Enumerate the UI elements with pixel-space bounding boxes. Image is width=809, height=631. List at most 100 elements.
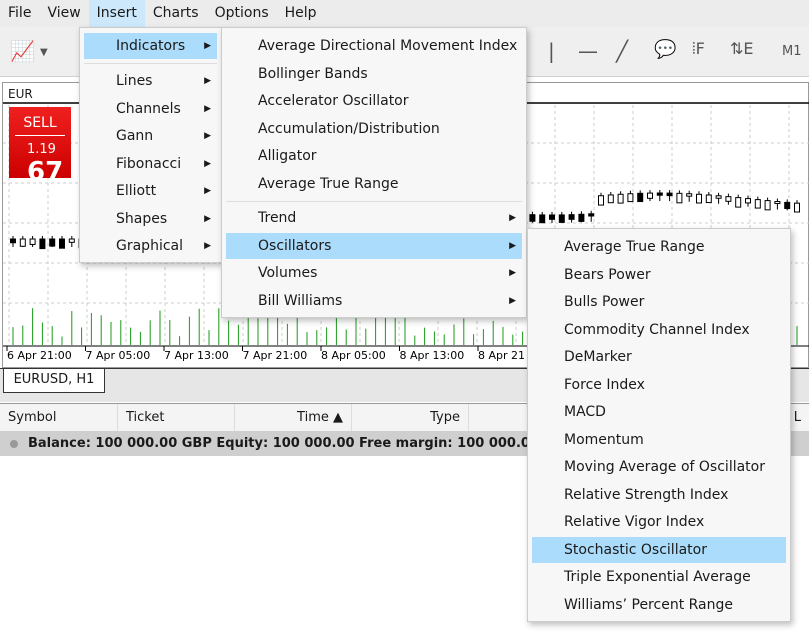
menu-item-gann[interactable]: Gann ▶ (84, 123, 217, 149)
trendline-icon[interactable]: ╱ (616, 39, 628, 63)
menu-item-channels[interactable]: Channels ▶ (84, 96, 217, 122)
sell-price-big: 67 (27, 157, 64, 187)
fibonacci-icon[interactable]: ⦙F (692, 39, 705, 59)
vertical-line-icon[interactable]: | (548, 39, 555, 63)
submenu-arrow-icon: ▶ (204, 103, 211, 114)
candle-body (696, 193, 702, 204)
menu-charts[interactable]: Charts (145, 0, 207, 27)
candle-body (637, 192, 644, 203)
menu-item-volumes[interactable]: Volumes ▶ (226, 260, 522, 286)
menu-item-label: Average True Range (258, 175, 399, 192)
menu-item-graphical[interactable]: Graphical ▶ (84, 233, 217, 259)
menu-item-indicators[interactable]: Indicators ▶ (84, 33, 217, 59)
sell-button[interactable]: SELL 1.19 67 (9, 107, 71, 187)
menu-item-label: Accelerator Oscillator (258, 93, 409, 109)
menu-item-relative-vigor-index[interactable]: Relative Vigor Index (532, 509, 786, 535)
menu-item-label: Force Index (564, 376, 645, 393)
menu-item-label: Fibonacci (116, 155, 182, 172)
time-label: 8 Apr 05:00 (321, 349, 386, 362)
timeframe-m1[interactable]: M1 (782, 44, 802, 59)
candle-body (686, 193, 693, 197)
menu-item-shapes[interactable]: Shapes ▶ (84, 206, 217, 232)
menu-item-alligator[interactable]: Alligator (226, 143, 522, 169)
candle-body (666, 192, 673, 197)
menu-item-bill-williams[interactable]: Bill Williams ▶ (226, 288, 522, 314)
submenu-arrow-icon: ▶ (509, 295, 516, 306)
col-ticket[interactable]: Ticket (118, 404, 235, 432)
menu-item-bulls-power[interactable]: Bulls Power (532, 289, 786, 315)
candle-body (568, 214, 575, 220)
submenu-arrow-icon: ▶ (204, 158, 211, 169)
menu-insert[interactable]: Insert (88, 0, 145, 27)
candle-body (19, 238, 26, 247)
menu-options[interactable]: Options (207, 0, 277, 27)
menu-item-bears-power[interactable]: Bears Power (532, 262, 786, 288)
candle-body (49, 238, 56, 247)
menu-item-label: Williams’ Percent Range (564, 596, 734, 613)
menu-item-label: Alligator (258, 148, 317, 164)
submenu-arrow-icon: ▶ (204, 213, 211, 224)
menu-item-elliott[interactable]: Elliott ▶ (84, 178, 217, 204)
time-label: 6 Apr 21:00 (7, 349, 72, 362)
menu-item-moving-average-of-oscillator[interactable]: Moving Average of Oscillator (532, 454, 786, 480)
elliott-icon[interactable]: ⇅E (730, 39, 754, 58)
menu-item-williams-percent-range[interactable]: Williams’ Percent Range (532, 592, 786, 618)
menu-item-label: Average True Range (564, 239, 705, 255)
menu-separator (226, 201, 522, 202)
menu-help[interactable]: Help (277, 0, 325, 27)
menu-item-oscillators[interactable]: Oscillators ▶ (226, 232, 522, 259)
text-label-icon[interactable]: 💬 (654, 39, 676, 60)
menu-file[interactable]: File (0, 0, 39, 27)
candle-body (725, 196, 732, 202)
menu-item-average-true-range[interactable]: Average True Range (226, 171, 522, 197)
time-label: 8 Apr 21 (478, 349, 525, 362)
candle-body (578, 213, 585, 222)
candle-body (774, 201, 781, 205)
menu-item-demarker[interactable]: DeMarker (532, 344, 786, 370)
menu-item-accelerator-oscillator[interactable]: Accelerator Oscillator (226, 88, 522, 114)
status-dot-icon (10, 440, 18, 448)
menu-item-macd[interactable]: MACD (532, 399, 786, 425)
menu-item-label: Average Directional Movement Index (258, 38, 518, 54)
menu-item-accumulation-distribution[interactable]: Accumulation/Distribution (226, 116, 522, 142)
menu-item-label: Relative Strength Index (564, 486, 729, 503)
candle-body (549, 214, 555, 220)
new-chart-icon[interactable]: 📈 (10, 39, 35, 63)
menu-item-label: Bollinger Bands (258, 65, 368, 82)
menu-item-label: Trend (258, 210, 297, 226)
menu-item-label: Volumes (258, 265, 318, 281)
candle-body (705, 194, 712, 204)
menu-view[interactable]: View (39, 0, 88, 27)
submenu-arrow-icon: ▶ (204, 131, 211, 141)
menu-item-average-true-range[interactable]: Average True Range (532, 234, 786, 260)
menu-item-commodity-channel-index[interactable]: Commodity Channel Index (532, 317, 786, 343)
menu-item-stochastic-oscillator[interactable]: Stochastic Oscillator (532, 536, 786, 563)
candle-body (598, 195, 604, 206)
candle-body (617, 193, 624, 204)
menu-item-lines[interactable]: Lines ▶ (84, 68, 217, 94)
menu-item-triple-exponential-average[interactable]: Triple Exponential Average (532, 564, 786, 590)
tab-eurusd-h1[interactable]: EURUSD, H1 (3, 369, 105, 393)
menu-item-label: Momentum (564, 431, 644, 448)
balance-text: Balance: 100 000.00 GBP Equity: 100 000.… (28, 436, 539, 451)
menu-item-average-directional-movement-index[interactable]: Average Directional Movement Index (226, 33, 522, 59)
menu-item-label: Bill Williams (258, 292, 343, 309)
menu-separator (84, 63, 217, 64)
submenu-arrow-icon: ▶ (509, 240, 516, 251)
menu-item-fibonacci[interactable]: Fibonacci ▶ (84, 151, 217, 177)
time-label: 8 Apr 13:00 (400, 349, 465, 362)
col-symbol[interactable]: Symbol (0, 404, 118, 432)
col-time[interactable]: Time ▲ (235, 404, 352, 432)
col-type[interactable]: Type (352, 404, 469, 432)
oscillators-submenu: Average True Range Bears Power Bulls Power… (527, 228, 791, 622)
menu-item-label: Shapes (116, 210, 168, 227)
chevron-down-icon[interactable]: ▼ (40, 47, 48, 58)
menu-item-force-index[interactable]: Force Index (532, 372, 786, 398)
menu-item-momentum[interactable]: Momentum (532, 427, 786, 453)
horizontal-line-icon[interactable]: — (578, 39, 598, 63)
menu-item-label: Triple Exponential Average (564, 569, 751, 585)
menu-item-label: Relative Vigor Index (564, 514, 705, 530)
menu-item-relative-strength-index[interactable]: Relative Strength Index (532, 482, 786, 508)
menu-item-trend[interactable]: Trend ▶ (226, 205, 522, 231)
menu-item-bollinger-bands[interactable]: Bollinger Bands (226, 61, 522, 87)
